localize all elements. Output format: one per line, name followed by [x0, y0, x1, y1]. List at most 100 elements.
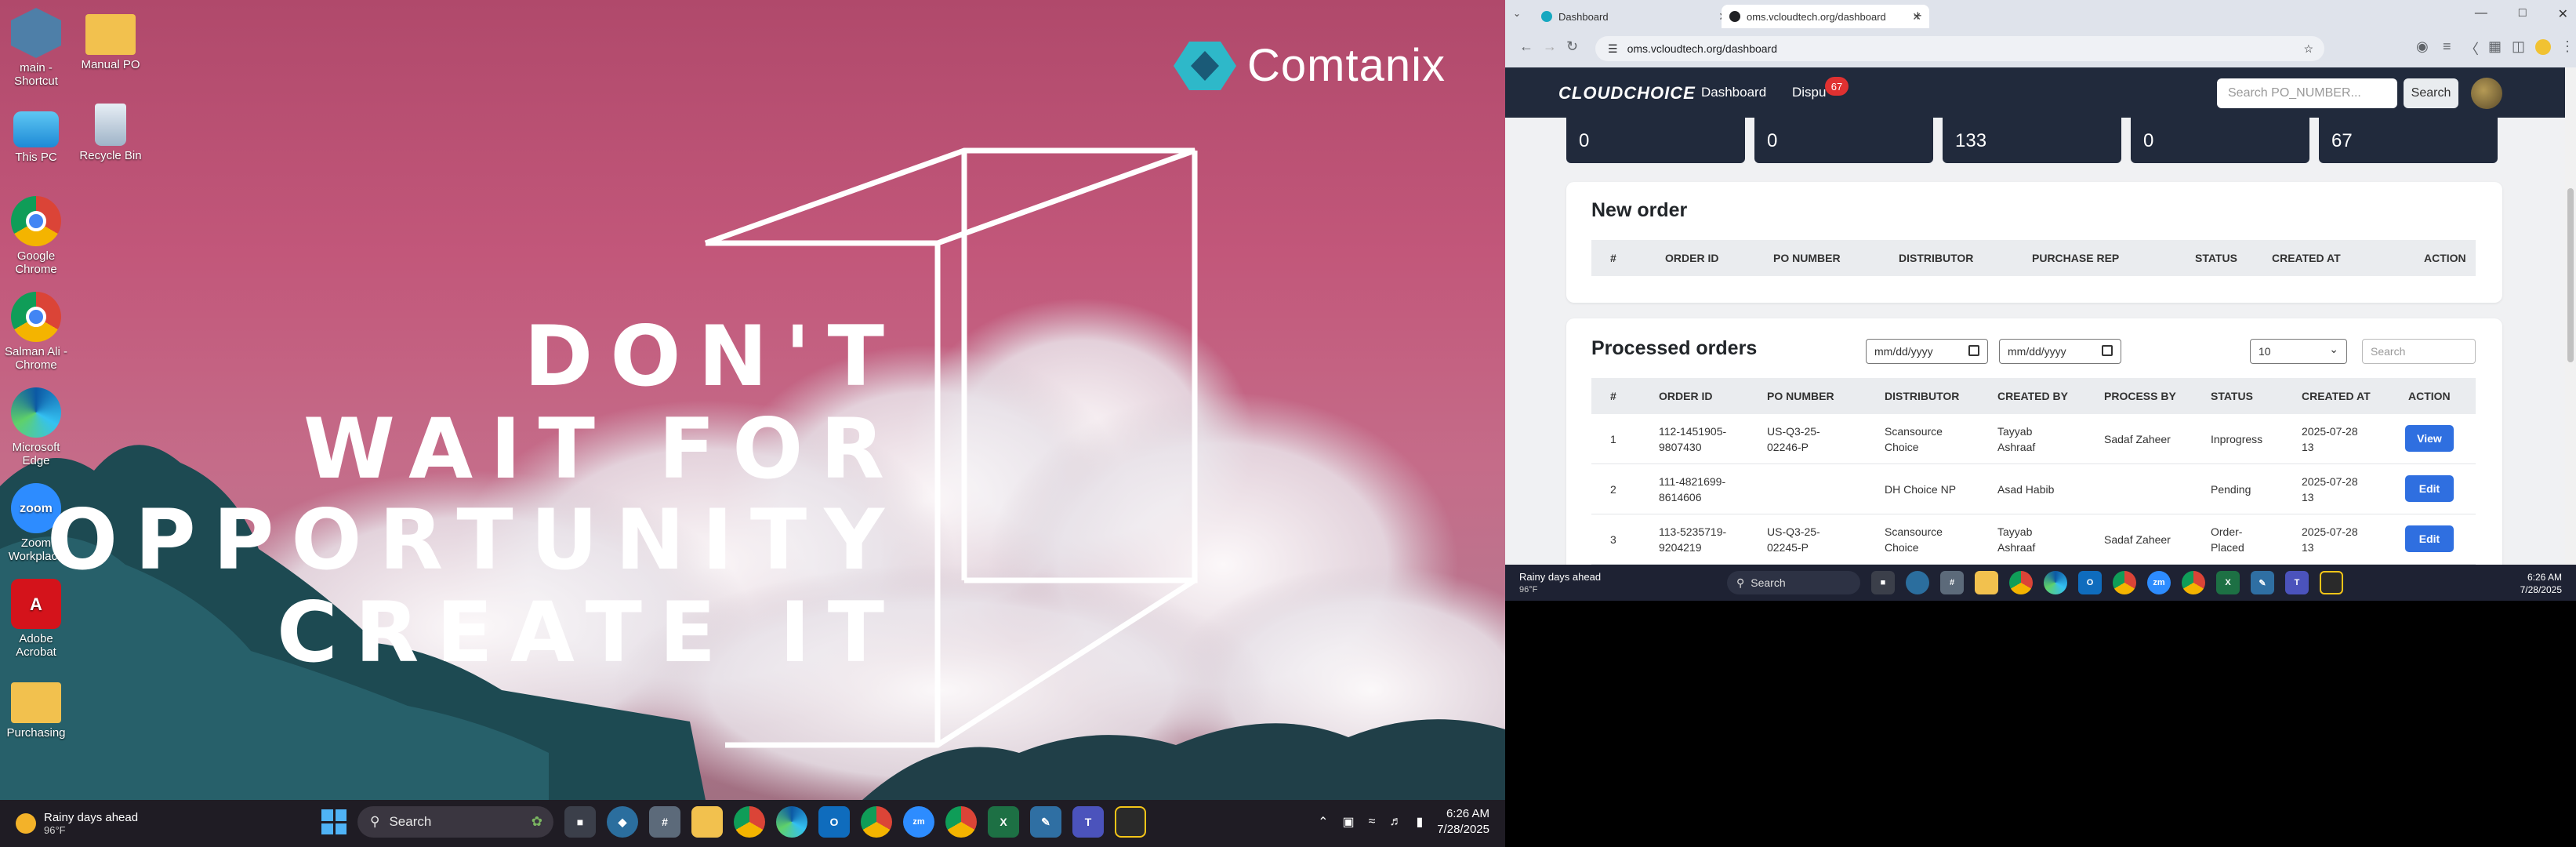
zoom-taskbar-icon[interactable]: zm [903, 806, 934, 838]
cell-created-at: 2025-07-28 13 [2302, 425, 2358, 453]
search-button[interactable]: Search [2404, 78, 2458, 108]
desktop-icon-acrobat[interactable]: A Adobe Acrobat [1, 579, 71, 659]
chrome-taskbar-icon[interactable] [2009, 571, 2033, 594]
view-button[interactable]: View [2405, 425, 2454, 452]
edit-button[interactable]: Edit [2405, 475, 2454, 502]
col-header: ORDER ID [1659, 390, 1713, 402]
forward-icon[interactable]: → [1543, 38, 1557, 55]
sticky-icon[interactable] [1115, 806, 1146, 838]
taskbar-search[interactable]: ⚲ Search ✿ [357, 806, 553, 838]
minimize-icon[interactable]: — [2475, 6, 2487, 22]
calendar-icon[interactable] [2102, 345, 2113, 356]
cell-n: 2 [1610, 483, 1616, 496]
battery-icon[interactable]: ▮ [1416, 814, 1423, 830]
chrome-profile-icon[interactable] [861, 806, 892, 838]
chevron-up-icon[interactable]: ⌃ [1318, 814, 1328, 830]
cell-distributor: DH Choice NP [1885, 483, 1957, 496]
tab-oms-dashboard[interactable]: oms.vcloudtech.org/dashboard ✕ [1722, 5, 1929, 28]
po-search-input[interactable]: Search PO_NUMBER... [2217, 78, 2397, 108]
chrome-taskbar-icon[interactable] [734, 806, 765, 838]
taskbar-clock[interactable]: 6:26 AM 7/28/2025 [1437, 806, 1489, 838]
page-scrollbar[interactable] [2565, 67, 2576, 565]
media-icon[interactable]: ≡ [2443, 38, 2451, 55]
col-header: ACTION [2408, 390, 2451, 402]
extensions-puzzle-icon[interactable]: ▦ [2488, 38, 2502, 55]
app-icon[interactable] [1906, 571, 1929, 594]
taskbar-search[interactable]: ⚲ Search [1727, 571, 1860, 594]
site-info-icon[interactable]: ☰ [1608, 42, 1618, 56]
page-size-select[interactable]: 10 ⌄ [2250, 339, 2347, 364]
clock-time: 6:26 AM [2527, 572, 2562, 583]
desktop-icon-main-shortcut[interactable]: main - Shortcut [1, 8, 71, 88]
desktop-icon-edge[interactable]: Microsoft Edge [1, 387, 71, 467]
wifi-icon[interactable]: ≈ [1369, 815, 1376, 829]
start-button[interactable] [1697, 573, 1716, 592]
cell-created-at: 2025-07-28 13 [2302, 475, 2358, 503]
date-to-input[interactable]: mm/dd/yyyy [1999, 339, 2121, 364]
desktop-icon-salman-chrome[interactable]: Salman Ali - Chrome [1, 292, 71, 372]
tab-dashboard[interactable]: Dashboard ✕ [1533, 5, 1736, 28]
outlook-icon[interactable]: O [2078, 571, 2102, 594]
cell-status: Pending [2211, 483, 2251, 496]
desktop-icon-this-pc[interactable]: This PC [1, 104, 71, 164]
outlook-icon[interactable]: O [818, 806, 850, 838]
cloudchoice-logo[interactable]: CLOUDCHOICE [1558, 83, 1696, 104]
address-bar[interactable]: ☰ oms.vcloudtech.org/dashboard ☆ [1595, 36, 2324, 61]
chrome-icon [11, 292, 61, 342]
translate-icon[interactable]: 〈 [2465, 38, 2479, 59]
tray-app-icon[interactable]: ▣ [1343, 814, 1355, 830]
weather-widget[interactable]: Rainy days ahead 96°F [0, 811, 314, 836]
zoom-taskbar-icon[interactable]: zm [2147, 571, 2171, 594]
user-avatar[interactable] [2471, 78, 2502, 109]
excel-icon[interactable]: X [988, 806, 1019, 838]
new-tab-icon[interactable]: + [1914, 8, 1922, 24]
excel-icon[interactable]: X [2216, 571, 2240, 594]
file-explorer-icon[interactable] [691, 806, 723, 838]
volume-icon[interactable]: ♬ [1389, 815, 1402, 829]
scrollbar-thumb[interactable] [2567, 188, 2574, 362]
taskbar-clock[interactable]: 6:26 AM 7/28/2025 [2520, 571, 2562, 596]
snip-icon[interactable]: ✎ [2251, 571, 2274, 594]
nav-disputes[interactable]: Dispu [1792, 85, 1826, 100]
chrome-profile2-icon[interactable] [2182, 571, 2205, 594]
cell-distributor: Scansource Choice [1885, 525, 1943, 554]
date-from-text: mm/dd/yyyy [1874, 345, 1933, 358]
chrome-profile-icon[interactable] [2113, 571, 2136, 594]
close-window-icon[interactable]: ✕ [2558, 6, 2568, 22]
file-explorer-icon[interactable] [1975, 571, 1998, 594]
edge-taskbar-icon[interactable] [2044, 571, 2067, 594]
app-icon[interactable]: ◆ [607, 806, 638, 838]
chrome-profile2-icon[interactable] [945, 806, 977, 838]
chrome-menu-icon[interactable]: ⋮ [2560, 38, 2574, 55]
desktop-icon-manual-po[interactable]: Manual PO [75, 8, 146, 71]
edge-taskbar-icon[interactable] [776, 806, 807, 838]
taskview-icon[interactable]: ■ [1871, 571, 1895, 594]
bookmark-star-icon[interactable]: ☆ [2303, 42, 2313, 56]
tab-search-icon[interactable]: ⌄ [1513, 8, 1521, 19]
table-search-input[interactable]: Search [2362, 339, 2476, 364]
calendar-icon[interactable] [1968, 345, 1979, 356]
weather-widget[interactable]: Rainy days ahead 96°F [1519, 571, 1601, 596]
date-from-input[interactable]: mm/dd/yyyy [1866, 339, 1988, 364]
desktop-icon-google-chrome[interactable]: Google Chrome [1, 196, 71, 276]
reload-icon[interactable]: ↻ [1566, 38, 1578, 55]
teams-icon[interactable]: T [2285, 571, 2309, 594]
col-header: PROCESS BY [2104, 390, 2176, 402]
profile-avatar[interactable] [2535, 39, 2551, 55]
edit-button[interactable]: Edit [2405, 525, 2454, 552]
sticky-icon[interactable] [2320, 571, 2343, 594]
desktop-icon-purchasing[interactable]: Purchasing [1, 676, 71, 740]
taskview-icon[interactable]: ■ [564, 806, 596, 838]
extension-icon[interactable]: ◉ [2416, 38, 2429, 55]
snip-icon[interactable]: ✎ [1030, 806, 1061, 838]
maximize-icon[interactable]: □ [2519, 6, 2527, 22]
processed-table-header: # ORDER ID PO NUMBER DISTRIBUTOR CREATED… [1591, 378, 2476, 414]
calculator-icon[interactable]: # [1940, 571, 1964, 594]
back-icon[interactable]: ← [1519, 38, 1533, 55]
nav-dashboard[interactable]: Dashboard [1701, 85, 1766, 100]
start-button[interactable] [321, 809, 346, 834]
sidebar-icon[interactable]: ◫ [2512, 38, 2525, 55]
calculator-icon[interactable]: # [649, 806, 680, 838]
teams-icon[interactable]: T [1072, 806, 1104, 838]
desktop-icon-recycle-bin[interactable]: Recycle Bin [75, 104, 146, 162]
